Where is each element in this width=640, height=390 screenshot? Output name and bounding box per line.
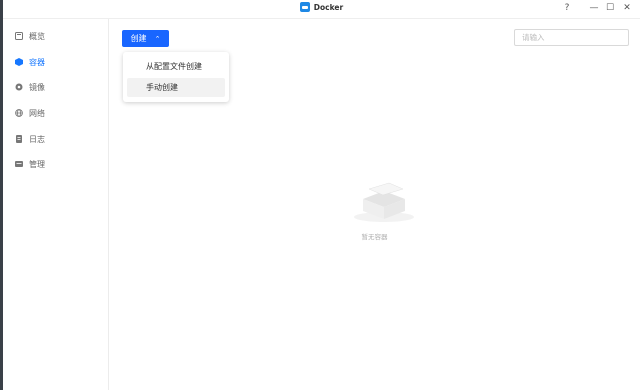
- sidebar-item-overview[interactable]: 概览: [15, 28, 45, 44]
- empty-state-text: 暂无容器: [361, 233, 388, 241]
- window-title-text: Docker: [313, 3, 344, 12]
- sidebar-item-label: 管理: [29, 159, 45, 169]
- manage-icon: [15, 161, 23, 167]
- sidebar-item-images[interactable]: 镜像: [15, 79, 45, 95]
- chevron-up-icon: ⌃: [154, 34, 161, 43]
- sidebar-item-containers[interactable]: 容器: [15, 54, 45, 70]
- minimize-button[interactable]: —: [588, 2, 600, 14]
- close-button[interactable]: ✕: [621, 2, 633, 14]
- create-button-label: 创建: [130, 34, 147, 43]
- sidebar-item-label: 网络: [29, 108, 45, 118]
- image-icon: [15, 83, 23, 91]
- search-placeholder: 请输入: [522, 33, 545, 42]
- sidebar: 概览 容器 镜像 网络 日志 管理: [3, 19, 109, 390]
- docker-window: Docker ? — ☐ ✕ 概览 容器 镜像 网络 日志 管理 创建 ⌃ 请输…: [3, 0, 640, 390]
- menu-item-create-manually[interactable]: 手动创建: [127, 78, 225, 97]
- help-button[interactable]: ?: [561, 2, 573, 14]
- maximize-button[interactable]: ☐: [604, 2, 616, 14]
- create-button[interactable]: 创建 ⌃: [122, 30, 169, 47]
- docker-logo-icon: [299, 2, 310, 12]
- network-icon: [15, 109, 23, 117]
- sidebar-item-manage[interactable]: 管理: [15, 156, 45, 172]
- log-icon: [16, 135, 22, 143]
- overview-icon: [15, 32, 23, 40]
- title-bar: Docker ? — ☐ ✕: [3, 0, 640, 19]
- sidebar-item-label: 概览: [29, 31, 45, 41]
- sidebar-item-label: 容器: [29, 57, 45, 67]
- app-title: Docker: [3, 2, 640, 13]
- menu-item-create-from-config[interactable]: 从配置文件创建: [127, 57, 225, 76]
- container-icon: [15, 58, 23, 66]
- empty-box-illustration-icon: [354, 182, 414, 222]
- sidebar-item-logs[interactable]: 日志: [15, 131, 45, 147]
- sidebar-item-network[interactable]: 网络: [15, 105, 45, 121]
- create-dropdown-menu: 从配置文件创建 手动创建: [123, 52, 229, 102]
- search-input[interactable]: 请输入: [514, 29, 629, 46]
- sidebar-item-label: 日志: [29, 134, 45, 144]
- main-content: 创建 ⌃ 请输入 从配置文件创建 手动创建 暂无容器: [109, 19, 640, 390]
- sidebar-item-label: 镜像: [29, 82, 45, 92]
